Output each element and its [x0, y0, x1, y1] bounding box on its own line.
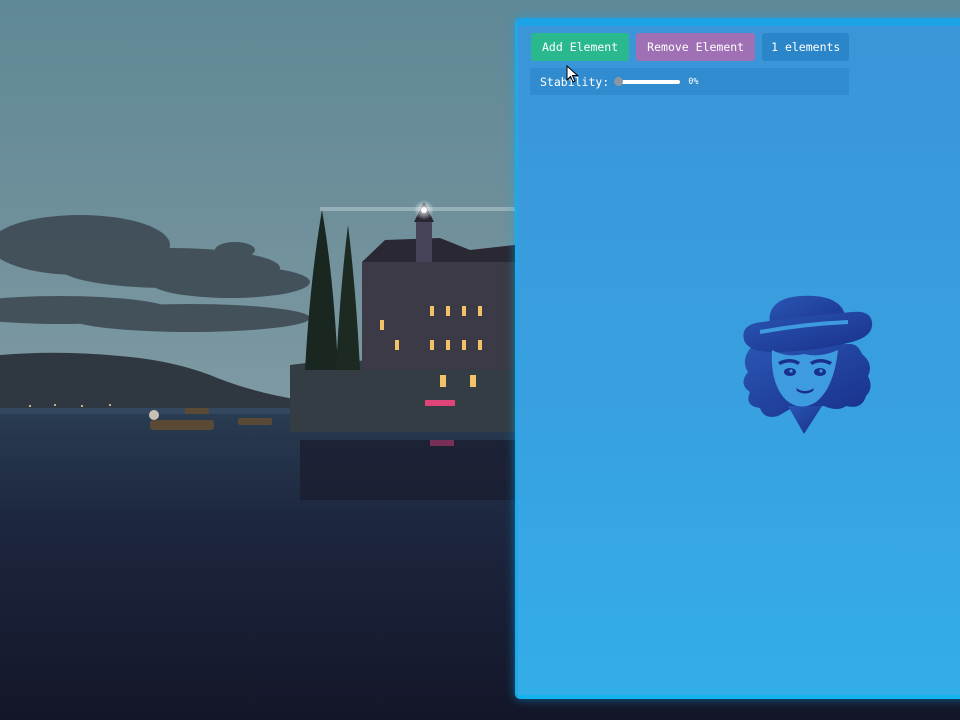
add-element-button[interactable]: Add Element [531, 33, 630, 61]
stability-panel: Stability: 0% [530, 68, 849, 95]
toolbar: Add Element Remove Element 1 elements [531, 33, 850, 61]
remove-element-button[interactable]: Remove Element [636, 33, 756, 61]
app-window: Add Element Remove Element 1 elements St… [515, 18, 960, 699]
element-count-badge: 1 elements [762, 33, 850, 61]
stability-slider[interactable] [614, 76, 681, 86]
stability-slider-thumb[interactable] [614, 76, 624, 86]
cowboy-hat-character-icon[interactable] [734, 288, 874, 438]
stability-label: Stability: [540, 74, 610, 89]
stability-value: 0% [688, 76, 699, 87]
